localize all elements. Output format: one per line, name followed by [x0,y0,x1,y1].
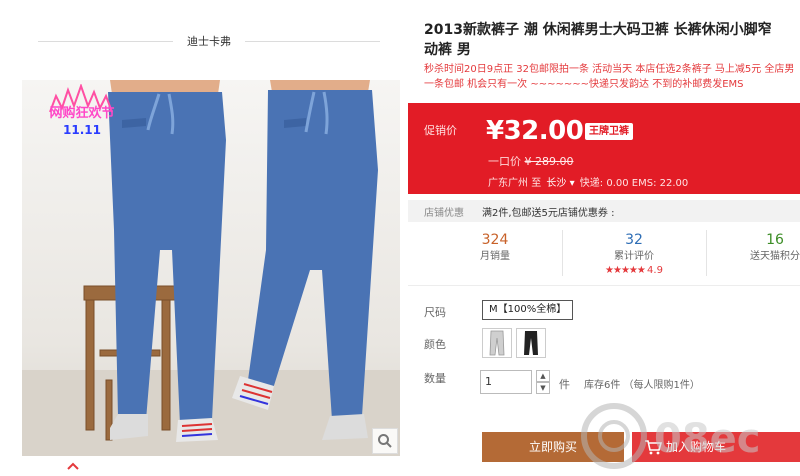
product-title-line2: 动裤 男 [424,42,471,58]
buy-now-button[interactable]: 立即购买 [482,432,624,462]
promo-price: ¥32.00 [486,116,584,146]
add-to-cart-label: 加入购物车 [666,440,727,454]
product-subtitle-line1: 秒杀时间20日9点正 32包邮限拍一条 活动当天 本店任选2条裤子 马上减5元 … [424,64,795,75]
stat-reviews-number: 32 [625,232,643,248]
product-gallery: 迪士卡弗 网购狂欢节 11.11 [0,0,408,476]
original-price: 一口价 ¥ 289.00 [488,153,573,169]
price-panel: 促销价 ¥32.00 王牌卫裤 一口价 ¥ 289.00 广东广州 至 长沙 ▾… [408,103,800,194]
ship-from: 广东广州 [488,178,528,189]
promo-badge-line1: 网购狂欢节 [49,106,115,121]
divider [408,285,800,286]
divider [562,230,563,276]
chevron-up-icon [67,462,79,470]
product-subtitle: 秒杀时间20日9点正 32包邮限拍一条 活动当天 本店任选2条裤子 马上减5元 … [424,62,800,92]
shop-promo-text: 满2件,包邮送5元店铺优惠券 : [482,208,615,219]
add-to-cart-button[interactable]: 加入购物车 [632,432,800,462]
stat-sales-caption: 月销量 [480,251,510,262]
color-swatch-black[interactable] [516,328,546,358]
shop-promo-label: 店铺优惠 [424,208,464,219]
product-subtitle-line2: 一条包邮 机会只有一次 ~~~~~~~快递只发韵达 不到的补邮费发EMS [424,79,744,90]
store-name-row: 迪士卡弗 [38,32,380,50]
stat-sales-number: 324 [481,232,509,248]
stats-row: 324 月销量 32 累计评价 ★★★★★ 4.9 16 送天猫积分 [408,226,800,284]
shop-promo-strip: 店铺优惠 满2件,包邮送5元店铺优惠券 : [408,200,800,222]
divider [706,230,707,276]
spinner-up-icon: ▲ [540,372,546,380]
promo-badge: 网购狂欢节 11.11 [26,106,138,138]
original-price-label: 一口价 [488,155,521,168]
spinner-down-icon: ▼ [540,384,546,392]
divider [38,40,173,42]
pants-grey-icon [489,330,505,356]
stat-reviews[interactable]: 32 累计评价 ★★★★★ 4.9 [586,230,682,278]
zoom-button[interactable] [372,428,398,454]
ship-city: 长沙 [546,178,567,189]
quantity-increase[interactable]: ▲ [536,370,550,382]
promo-price-label: 促销价 [424,124,457,137]
thumbnail-scroll-up[interactable] [66,460,80,472]
stat-points: 16 送天猫积分 [740,230,800,264]
ship-city-select[interactable]: 长沙 ▾ [544,174,576,189]
stock-info: 库存6件 （每人限购1件） [584,380,700,391]
original-price-value: ¥ 289.00 [524,155,574,168]
star-icon: ★★★★★ [605,265,646,276]
quantity-decrease[interactable]: ▼ [536,382,550,394]
rating-stars: ★★★★★ 4.9 [586,264,682,278]
size-option[interactable]: M【100%全棉】 [482,300,574,320]
pants-black-icon [524,331,538,355]
ship-to-word: 至 [531,178,542,189]
stat-points-number: 16 [766,232,784,248]
promo-badge-line2: 11.11 [63,123,101,137]
store-name[interactable]: 迪士卡弗 [173,33,245,49]
color-label: 颜色 [424,338,446,351]
color-swatch-grey[interactable] [482,328,512,358]
shipping-info: 广东广州 至 长沙 ▾ 快递: 0.00 EMS: 22.00 [488,174,688,189]
stat-reviews-caption: 累计评价 [614,251,654,262]
ship-fee: 快递: 0.00 EMS: 22.00 [579,178,689,189]
stat-monthly-sales: 324 月销量 [466,230,524,264]
chevron-down-icon: ▾ [569,178,575,189]
quantity-unit: 件 [559,378,570,391]
quantity-input[interactable]: 1 [480,370,532,394]
product-title: 2013新款裤子 潮 休闲裤男士大码卫裤 长裤休闲小脚窄 动裤 男 [424,20,800,60]
zoom-icon [378,434,392,448]
product-title-line1: 2013新款裤子 潮 休闲裤男士大码卫裤 长裤休闲小脚窄 [424,22,772,38]
size-label: 尺码 [424,306,446,319]
product-info: 2013新款裤子 潮 休闲裤男士大码卫裤 长裤休闲小脚窄 动裤 男 秒杀时间20… [408,0,800,476]
stat-points-caption: 送天猫积分 [750,251,800,262]
quantity-label: 数量 [424,372,446,385]
divider [245,40,380,42]
product-main-image[interactable]: 网购狂欢节 11.11 [22,80,400,456]
rating-score: 4.9 [647,265,663,276]
price-tag-badge: 王牌卫裤 [585,123,633,140]
cart-icon [645,440,662,455]
